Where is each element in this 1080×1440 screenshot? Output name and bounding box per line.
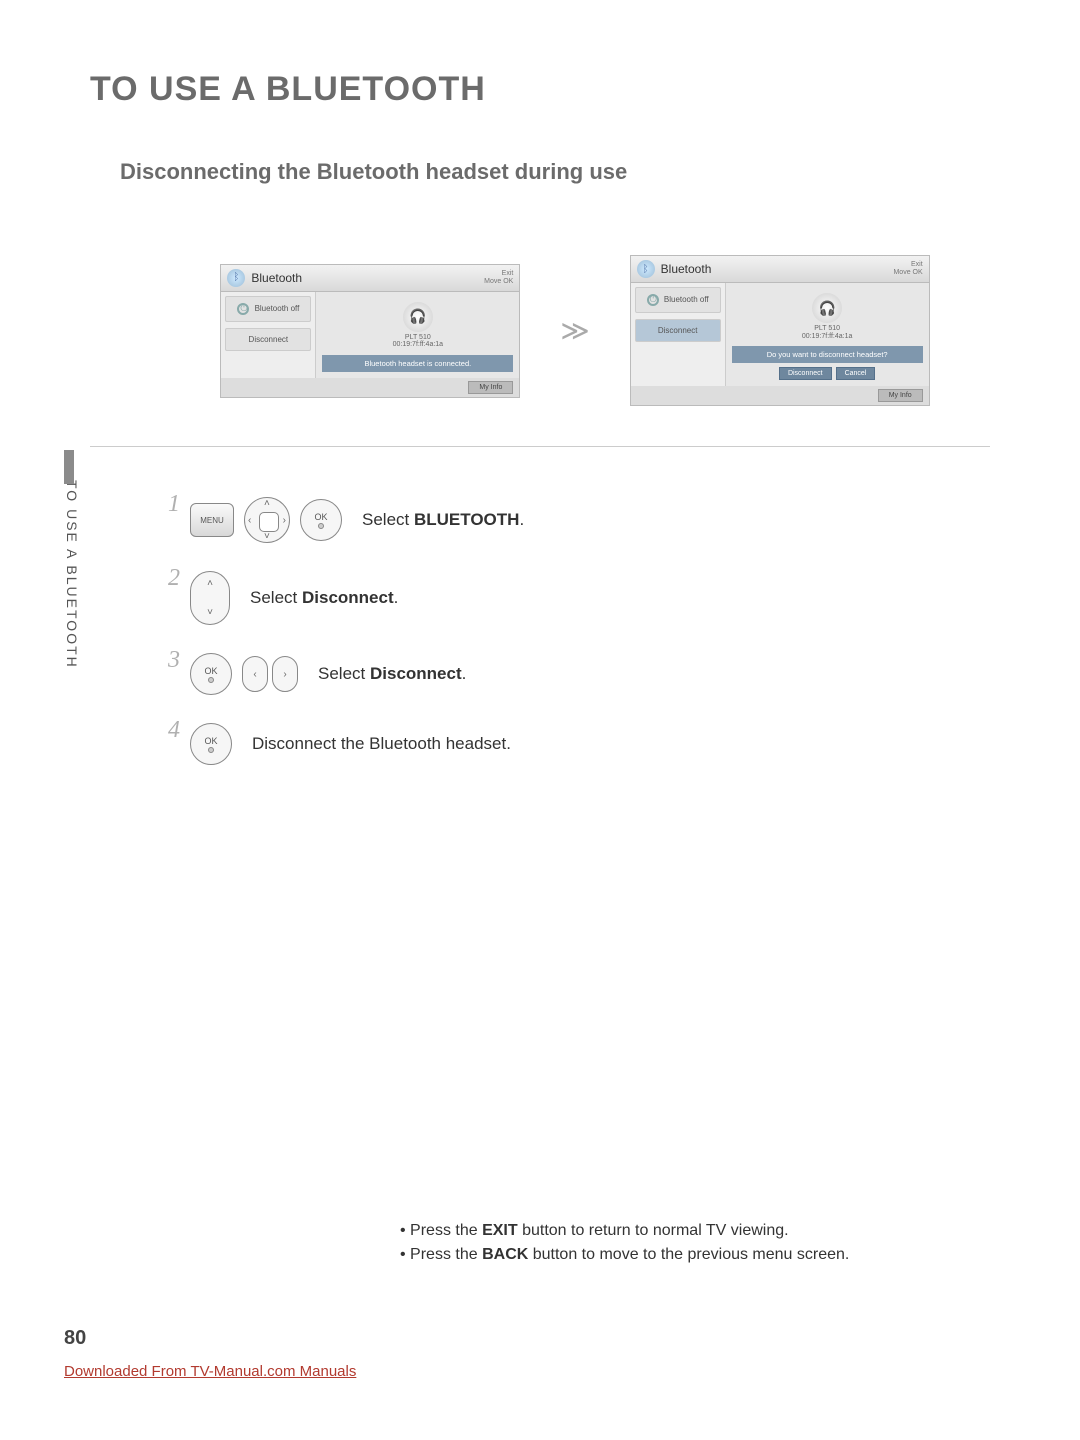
note-bold: BACK [482,1246,528,1263]
exit-hint: Exit [893,261,922,269]
power-icon [647,294,659,306]
shot-header: ᛒ Bluetooth Exit Move OK [221,265,519,292]
ok-button-icon: OK [190,653,232,695]
note-text: • Press the [400,1246,482,1263]
page-number: 80 [64,1327,86,1350]
sidebar-item-disconnect[interactable]: Disconnect [635,319,721,342]
shot-main: 🎧 PLT 510 00:19:7f:ff:4a:1a Bluetooth he… [316,292,519,378]
footer-notes: • Press the EXIT button to return to nor… [400,1222,849,1270]
disconnect-button[interactable]: Disconnect [779,367,832,380]
shot-title: Bluetooth [661,262,712,276]
side-tab-accent [64,450,74,484]
note-text: button to return to normal TV viewing. [518,1222,789,1239]
right-button-icon: › [272,656,298,692]
screenshot-after: ᛒ Bluetooth Exit Move OK Bluetooth off D… [630,255,930,406]
sidebar-item-label: Bluetooth off [255,304,300,313]
shot-header: ᛒ Bluetooth Exit Move OK [631,256,929,283]
move-ok-hint: Move OK [893,269,922,277]
updown-button-icon: ˄˅ [190,571,230,625]
download-source-link[interactable]: Downloaded From TV-Manual.com Manuals [64,1363,356,1380]
ok-label: OK [204,736,217,746]
step-text: Select Disconnect. [250,588,398,608]
manual-page: TO USE A BLUETOOTH Disconnecting the Blu… [0,0,1080,1440]
note-back: • Press the BACK button to move to the p… [400,1246,849,1264]
device-mac: 00:19:7f:ff:4a:1a [322,341,513,349]
ok-dot-icon [208,677,214,683]
ok-button-icon: OK [190,723,232,765]
divider [90,446,990,447]
device-mac: 00:19:7f:ff:4a:1a [732,333,923,341]
arrow-icon: ≫ [560,314,589,347]
shot-title: Bluetooth [251,271,302,285]
step-text-pre: Select [318,664,370,683]
step-text: Select Disconnect. [318,664,466,684]
page-title: TO USE A BLUETOOTH [90,70,990,109]
myinfo-button[interactable]: My Info [878,389,923,402]
step-text-bold: BLUETOOTH [414,510,519,529]
note-bold: EXIT [482,1222,518,1239]
headset-icon: 🎧 [403,302,433,332]
bluetooth-icon: ᛒ [637,260,655,278]
step-2: 2 ˄˅ Select Disconnect. [160,571,990,625]
step-number: 1 [160,491,180,518]
shot-footer: My Info [631,386,929,405]
side-tab: TO USE A BLUETOOTH [64,480,88,720]
move-ok-hint: Move OK [484,278,513,286]
step-text-bold: Disconnect [370,664,462,683]
device-name: PLT 510 [322,334,513,342]
sidebar-item-btoff[interactable]: Bluetooth off [635,287,721,313]
sidebar-item-disconnect[interactable]: Disconnect [225,328,311,351]
step-4: 4 OK Disconnect the Bluetooth headset. [160,723,990,765]
exit-hint: Exit [484,270,513,278]
step-3: 3 OK ‹ › Select Disconnect. [160,653,990,695]
ok-label: OK [314,512,327,522]
shot-footer: My Info [221,378,519,397]
sidebar-item-label: Disconnect [249,335,289,344]
status-bar: Bluetooth headset is connected. [322,355,513,372]
ok-dot-icon [208,747,214,753]
note-text: button to move to the previous menu scre… [528,1246,849,1263]
screenshot-before: ᛒ Bluetooth Exit Move OK Bluetooth off D… [220,264,520,398]
confirm-prompt: Do you want to disconnect headset? [732,346,923,363]
step-text-post: . [519,510,524,529]
headset-icon: 🎧 [812,293,842,323]
ok-label: OK [204,666,217,676]
power-icon [237,303,249,315]
left-button-icon: ‹ [242,656,268,692]
left-right-group: ‹ › [242,656,298,692]
side-tab-label: TO USE A BLUETOOTH [64,480,80,669]
ok-button-icon: OK [300,499,342,541]
dpad-icon: ˄˅ ‹› [244,497,290,543]
sidebar-item-btoff[interactable]: Bluetooth off [225,296,311,322]
screenshot-row: ᛒ Bluetooth Exit Move OK Bluetooth off D… [160,255,990,406]
shot-main: 🎧 PLT 510 00:19:7f:ff:4a:1a Do you want … [726,283,929,386]
step-1: 1 MENU ˄˅ ‹› OK Select BLUETOOTH. [160,497,990,543]
step-number: 2 [160,565,180,592]
bluetooth-icon: ᛒ [227,269,245,287]
menu-button-icon: MENU [190,503,234,537]
note-exit: • Press the EXIT button to return to nor… [400,1222,849,1240]
ok-dot-icon [318,523,324,529]
step-text-post: . [394,588,399,607]
steps-list: 1 MENU ˄˅ ‹› OK Select BLUETOOTH. 2 ˄˅ S… [160,497,990,765]
step-text-pre: Select [250,588,302,607]
step-text: Disconnect the Bluetooth headset. [252,734,511,754]
sidebar-item-label: Disconnect [658,326,698,335]
note-text: • Press the [400,1222,482,1239]
sidebar-item-label: Bluetooth off [664,295,709,304]
step-text: Select BLUETOOTH. [362,510,524,530]
step-text-bold: Disconnect [302,588,394,607]
device-name: PLT 510 [732,325,923,333]
step-text-pre: Select [362,510,414,529]
myinfo-button[interactable]: My Info [468,381,513,394]
shot-sidebar: Bluetooth off Disconnect [221,292,316,378]
step-number: 4 [160,717,180,744]
cancel-button[interactable]: Cancel [836,367,876,380]
section-title: Disconnecting the Bluetooth headset duri… [120,159,990,185]
step-number: 3 [160,647,180,674]
shot-sidebar: Bluetooth off Disconnect [631,283,726,386]
step-text-post: . [462,664,467,683]
